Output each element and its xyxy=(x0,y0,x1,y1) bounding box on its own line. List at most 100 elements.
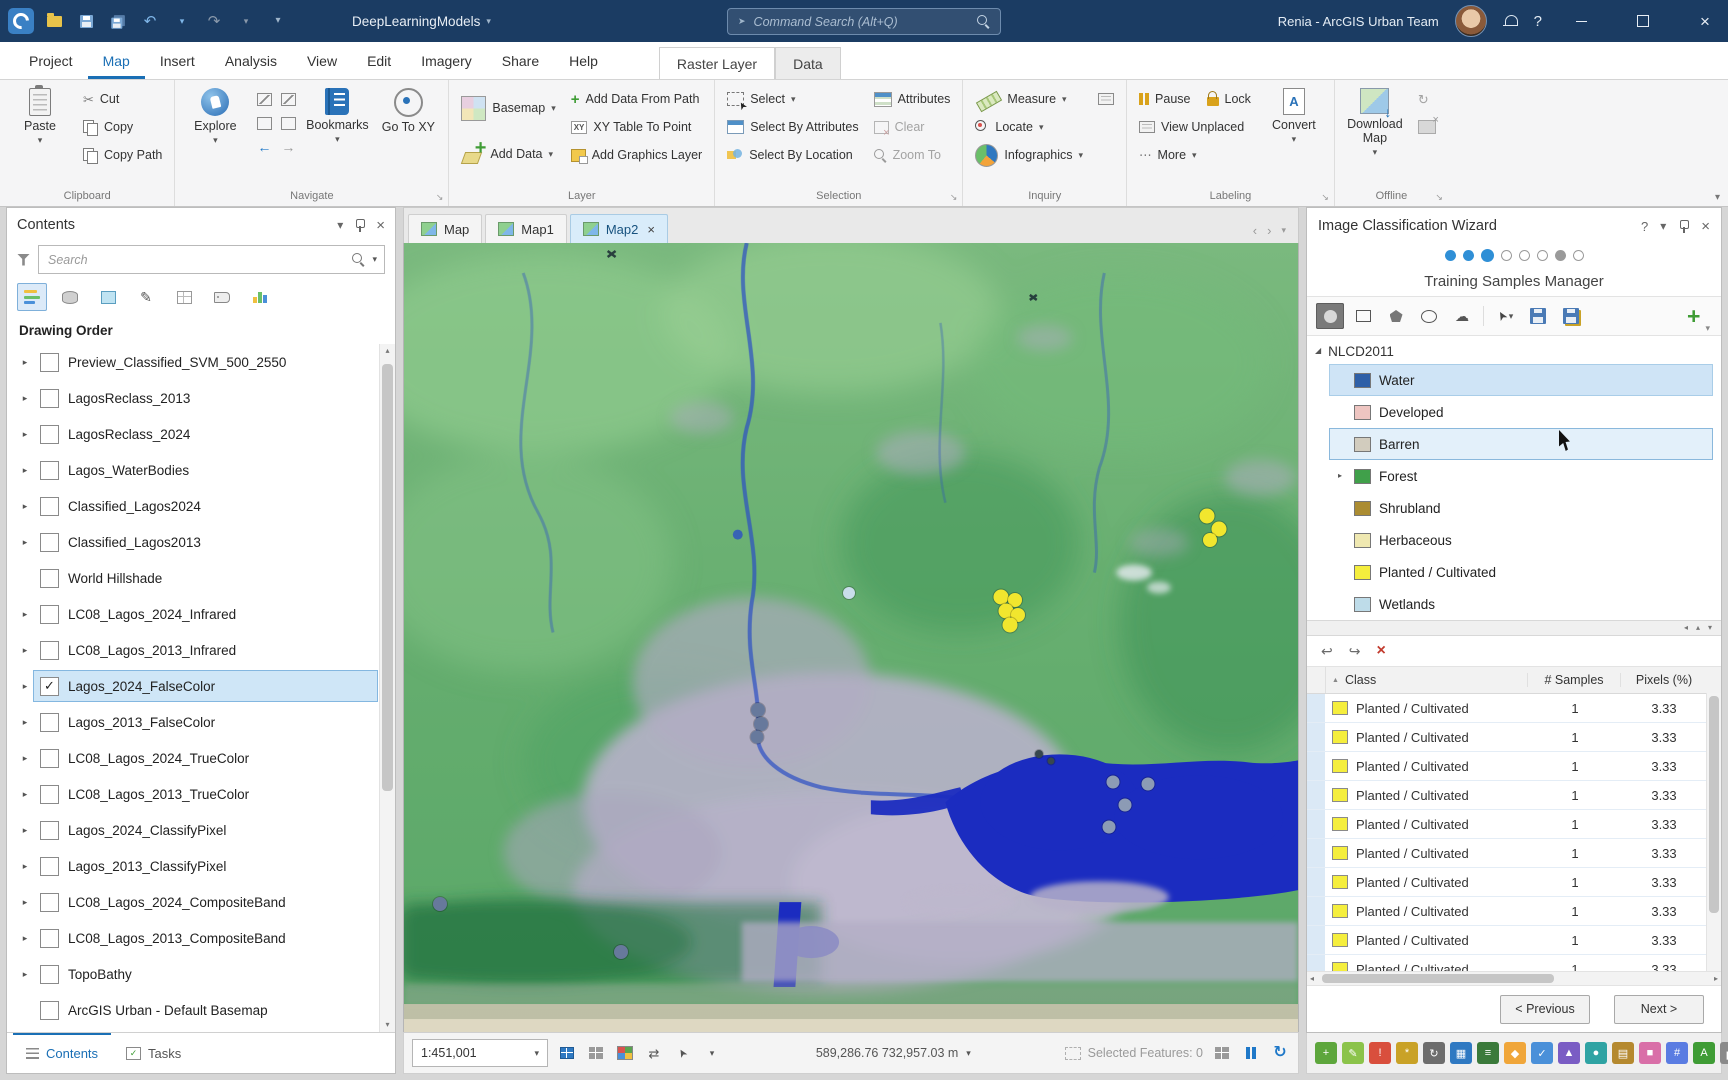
row-selector[interactable] xyxy=(1307,839,1326,867)
select-by-location-button[interactable]: Select By Location xyxy=(721,142,864,168)
scale-combobox[interactable]: 1:451,001 xyxy=(412,1039,548,1067)
expand-arrow-icon[interactable] xyxy=(17,610,33,619)
scroll-tabs-left-icon[interactable] xyxy=(1253,224,1257,237)
schema-root-row[interactable]: NLCD2011 xyxy=(1307,338,1721,364)
table-row[interactable]: Planted / Cultivated 1 3.33 xyxy=(1307,810,1721,839)
full-extent-icon[interactable] xyxy=(252,87,276,111)
layer-row[interactable]: LC08_Lagos_2013_CompositeBand xyxy=(7,920,395,956)
layer-visibility-checkbox[interactable] xyxy=(40,928,59,948)
command-search[interactable] xyxy=(727,8,1001,35)
layer-row[interactable]: ArcGIS Urban - Default Basemap xyxy=(7,992,395,1028)
table-horizontal-scrollbar[interactable]: ▸ xyxy=(1307,971,1721,985)
ribbon-tab[interactable]: Project xyxy=(14,42,88,79)
layer-visibility-checkbox[interactable] xyxy=(40,1000,59,1020)
contents-scrollbar[interactable] xyxy=(379,344,395,1032)
class-row[interactable]: Water xyxy=(1329,364,1713,396)
layer-row[interactable]: Classified_Lagos2024 xyxy=(7,488,395,524)
expand-arrow-icon[interactable] xyxy=(17,538,33,547)
filter-icon[interactable] xyxy=(17,253,30,266)
contextual-tab[interactable]: Data xyxy=(775,47,841,79)
next-button[interactable]: Next > xyxy=(1614,994,1704,1024)
splitter-down-icon[interactable] xyxy=(1708,624,1712,632)
layer-row[interactable]: TopoBathy xyxy=(7,956,395,992)
toolbar-overflow-icon[interactable] xyxy=(1705,324,1710,333)
pan-to-sample-icon[interactable] xyxy=(1321,644,1333,658)
close-pane-icon[interactable] xyxy=(376,218,385,233)
more-labeling-button[interactable]: More xyxy=(1133,142,1257,168)
table-row[interactable]: Planted / Cultivated 1 3.33 xyxy=(1307,694,1721,723)
expand-arrow-icon[interactable] xyxy=(17,430,33,439)
layer-visibility-checkbox[interactable] xyxy=(40,820,59,840)
ribbon-tab[interactable]: Help xyxy=(554,42,613,79)
ribbon-tab[interactable]: Analysis xyxy=(210,42,292,79)
table-row[interactable]: Planted / Cultivated 1 3.33 xyxy=(1307,752,1721,781)
wizard-step-dot[interactable] xyxy=(1480,248,1494,262)
swap-icon[interactable] xyxy=(644,1043,664,1063)
contents-search[interactable] xyxy=(38,245,385,274)
layer-visibility-checkbox[interactable] xyxy=(40,640,59,660)
tray-icon[interactable]: ■ xyxy=(1639,1042,1661,1064)
save-all-icon[interactable] xyxy=(108,11,128,31)
wizard-step-dot[interactable] xyxy=(1462,249,1474,261)
add-data-from-path-button[interactable]: + Add Data From Path xyxy=(565,86,708,112)
redo-dropdown-icon[interactable] xyxy=(236,11,256,31)
previous-button[interactable]: < Previous xyxy=(1500,994,1590,1024)
list-by-drawing-order-icon[interactable] xyxy=(17,283,47,311)
layer-visibility-checkbox[interactable] xyxy=(40,424,59,444)
save-samples-as-icon[interactable] xyxy=(1557,303,1585,329)
bookmarks-button[interactable]: Bookmarks xyxy=(303,83,371,146)
go-to-xy-button[interactable]: Go To XY xyxy=(374,83,442,136)
training-sample-marker[interactable] xyxy=(432,897,447,912)
ribbon-tab[interactable]: Insert xyxy=(145,42,210,79)
clear-button[interactable]: Clear xyxy=(868,114,957,140)
tray-icon[interactable]: ▅ xyxy=(1720,1042,1728,1064)
table-row[interactable]: Planted / Cultivated 1 3.33 xyxy=(1307,897,1721,926)
expand-arrow-icon[interactable] xyxy=(17,646,33,655)
row-selector[interactable] xyxy=(1307,752,1326,780)
pause-drawing-button[interactable] xyxy=(1241,1043,1261,1063)
layer-visibility-checkbox[interactable] xyxy=(40,748,59,768)
class-row[interactable]: Barren xyxy=(1329,428,1713,460)
notifications-icon[interactable] xyxy=(1502,14,1518,29)
training-sample-marker[interactable] xyxy=(753,716,768,731)
layer-row[interactable]: Lagos_WaterBodies xyxy=(7,452,395,488)
scroll-tabs-right-icon[interactable] xyxy=(1267,224,1271,237)
contents-search-input[interactable] xyxy=(46,251,346,268)
wizard-step-dot[interactable] xyxy=(1500,249,1512,261)
basemap-button[interactable]: Basemap xyxy=(455,86,561,130)
add-data-button[interactable]: Add Data xyxy=(455,132,561,176)
map-canvas[interactable] xyxy=(403,243,1299,1032)
layer-visibility-checkbox[interactable] xyxy=(40,352,59,372)
row-selector[interactable] xyxy=(1307,694,1326,722)
class-row[interactable]: Shrubland xyxy=(1329,492,1713,524)
tab-contents[interactable]: Contents xyxy=(13,1033,111,1073)
paste-button[interactable]: Paste xyxy=(6,83,74,147)
tray-icon[interactable]: ▦ xyxy=(1450,1042,1472,1064)
table-row[interactable]: Planted / Cultivated 1 3.33 xyxy=(1307,839,1721,868)
layer-row[interactable]: LC08_Lagos_2013_TrueColor xyxy=(7,776,395,812)
minimize-button[interactable] xyxy=(1558,0,1604,42)
training-sample-marker[interactable] xyxy=(1106,775,1120,789)
download-map-button[interactable]: Download Map xyxy=(1341,83,1409,159)
tray-icon[interactable]: ↻ xyxy=(1423,1042,1445,1064)
zoom-to-sample-icon[interactable] xyxy=(1349,644,1361,658)
layout-grid-icon[interactable] xyxy=(1212,1043,1232,1063)
tab-list-icon[interactable] xyxy=(1281,226,1286,235)
search-options-icon[interactable] xyxy=(372,255,377,264)
layer-visibility-checkbox[interactable] xyxy=(40,568,59,588)
layer-visibility-checkbox[interactable] xyxy=(40,784,59,804)
tray-icon[interactable]: ● xyxy=(1585,1042,1607,1064)
command-search-input[interactable] xyxy=(751,13,971,30)
tray-icon[interactable]: ! xyxy=(1369,1042,1391,1064)
help-icon[interactable] xyxy=(1641,220,1648,233)
row-selector[interactable] xyxy=(1307,868,1326,896)
splitter-left-icon[interactable] xyxy=(1684,624,1688,632)
next-extent-icon[interactable] xyxy=(276,135,300,159)
tray-icon[interactable]: ▲ xyxy=(1558,1042,1580,1064)
expand-arrow-icon[interactable] xyxy=(17,862,33,871)
layer-visibility-checkbox[interactable] xyxy=(40,856,59,876)
tray-icon[interactable]: A xyxy=(1693,1042,1715,1064)
help-icon[interactable] xyxy=(1534,14,1542,29)
class-row[interactable]: Developed xyxy=(1329,396,1713,428)
layer-visibility-checkbox[interactable] xyxy=(40,532,59,552)
